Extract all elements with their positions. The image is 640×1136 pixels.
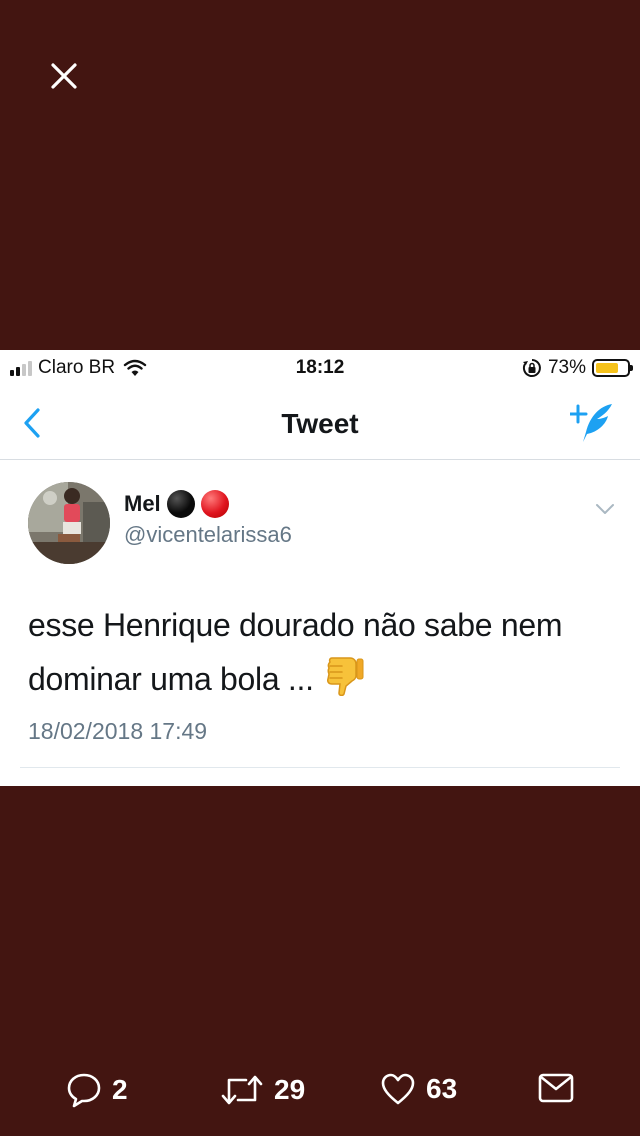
battery-icon — [592, 359, 633, 377]
rotation-lock-icon — [522, 359, 541, 377]
like-count: 63 — [426, 1073, 458, 1104]
retweet-count: 29 — [274, 1074, 306, 1105]
avatar-photo — [28, 482, 110, 564]
divider — [20, 767, 620, 768]
red-circle-emoji — [200, 490, 229, 518]
battery-percent: 73% — [547, 357, 586, 378]
tweet-text-line: dominar uma bola ... — [28, 661, 314, 697]
retweet-button[interactable]: 29 — [220, 1072, 305, 1108]
tweet: Mel @vicentelarissa6 esse Henrique doura… — [0, 460, 640, 768]
thumbs-down-icon — [327, 657, 364, 696]
tweet-timestamp: 18/02/2018 17:49 — [28, 718, 208, 744]
tweet-text-line: esse Henrique dourado não sabe nem — [28, 607, 563, 643]
reply-count: 2 — [112, 1074, 128, 1105]
message-icon — [538, 1073, 574, 1103]
avatar[interactable] — [28, 482, 110, 564]
nav-bar: Tweet — [0, 386, 640, 460]
like-button[interactable]: 63 — [380, 1072, 457, 1106]
chevron-down-icon — [596, 504, 614, 514]
status-bar: Claro BR 18:12 73% — [0, 350, 640, 386]
action-bar: 2 29 63 — [0, 1064, 640, 1120]
close-button[interactable] — [44, 56, 84, 96]
heart-icon — [381, 1073, 415, 1105]
reply-icon — [67, 1073, 101, 1108]
tweet-author: Mel @vicentelarissa6 — [20, 460, 620, 570]
page-title: Tweet — [281, 408, 359, 439]
tweet-menu-button[interactable] — [594, 502, 616, 516]
retweet-icon — [221, 1075, 263, 1105]
close-icon — [51, 63, 77, 89]
compose-tweet-icon — [568, 404, 612, 442]
user-handle[interactable]: @vicentelarissa6 — [124, 522, 292, 548]
tweet-screenshot: Claro BR 18:12 73% Tweet Mel @vicentelar… — [0, 350, 640, 786]
black-circle-emoji — [166, 490, 195, 518]
display-name[interactable]: Mel — [124, 491, 161, 517]
tweet-text: esse Henrique dourado não sabe nem domin… — [20, 598, 620, 706]
direct-message-button[interactable] — [538, 1072, 574, 1104]
media-viewer: Claro BR 18:12 73% Tweet Mel @vicentelar… — [0, 0, 640, 1136]
reply-button[interactable]: 2 — [66, 1072, 128, 1108]
compose-button[interactable] — [568, 402, 616, 444]
